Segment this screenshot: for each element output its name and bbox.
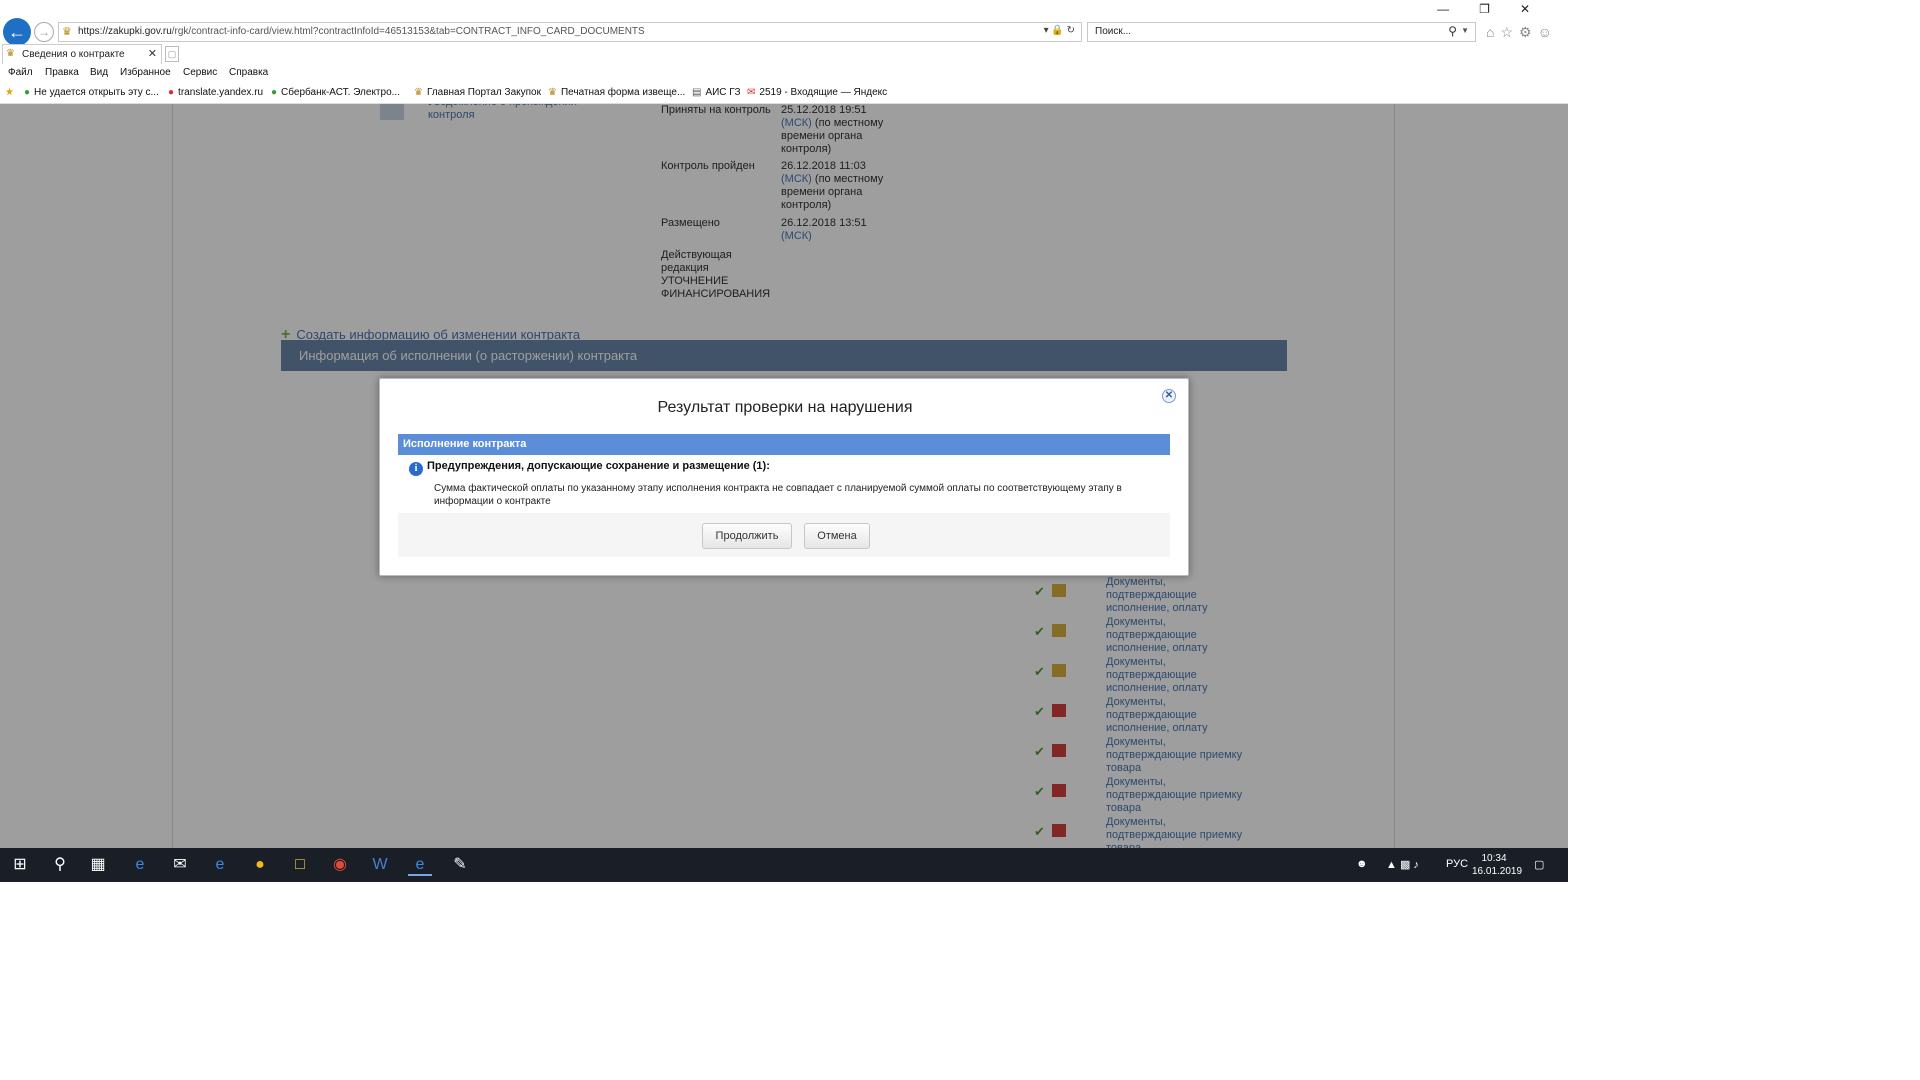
site-emblem-icon: ♛ bbox=[62, 26, 72, 38]
warning-heading-text: Предупреждения, допускающие сохранение и… bbox=[427, 460, 770, 472]
tab-row: ♛ Сведения о контракте ✕ ▢ bbox=[0, 44, 1568, 64]
add-favorite-icon[interactable]: ★ bbox=[5, 87, 18, 98]
paint-icon[interactable]: ✎ bbox=[448, 854, 472, 876]
url-text[interactable]: https://zakupki.gov.ru/rgk/contract-info… bbox=[78, 26, 645, 37]
menu-view[interactable]: Вид bbox=[90, 67, 108, 78]
close-window-icon[interactable]: ✕ bbox=[1520, 2, 1560, 16]
favorites-star-icon[interactable]: ☆ bbox=[1500, 24, 1519, 40]
lock-refresh-icons[interactable]: ▾ 🔒 ↻ bbox=[1044, 25, 1075, 36]
taskbar: ⊞ ⚲ ▦ e ✉ e ● □ ◉ W e ✎ ☻ ▲ ▩ ♪ РУС 10:3… bbox=[0, 848, 1568, 882]
continue-button[interactable]: Продолжить bbox=[702, 523, 792, 549]
minimize-icon[interactable]: — bbox=[1437, 2, 1479, 16]
tab-contract-info[interactable]: ♛ Сведения о контракте ✕ bbox=[2, 44, 162, 64]
menu-tools[interactable]: Сервис bbox=[183, 67, 217, 78]
favorite-label: Печатная форма извеще... bbox=[560, 87, 686, 98]
tray-icons[interactable]: ▲ ▩ ♪ bbox=[1386, 858, 1419, 871]
clock[interactable]: 10:34 16.01.2019 bbox=[1472, 852, 1522, 878]
address-bar-row: ← → ♛ https://zakupki.gov.ru/rgk/contrac… bbox=[0, 0, 1568, 46]
1c-icon[interactable]: ● bbox=[248, 854, 272, 876]
site-emblem-icon: ♛ bbox=[414, 87, 423, 98]
site-emblem-icon: ♛ bbox=[6, 48, 15, 59]
favorite-item[interactable]: ✉ 2519 - Входящие — Яндекс bbox=[747, 87, 887, 98]
ie-icon[interactable]: e bbox=[208, 854, 232, 876]
gear-icon[interactable]: ⚙ bbox=[1519, 24, 1538, 40]
task-view-icon[interactable]: ▦ bbox=[86, 854, 110, 876]
info-icon: i bbox=[409, 462, 423, 476]
new-tab-icon[interactable]: ▢ bbox=[165, 46, 179, 62]
window-controls[interactable]: —❐✕ bbox=[1437, 2, 1560, 16]
dialog-section-bar: Исполнение контракта bbox=[398, 434, 1170, 455]
smiley-icon[interactable]: ☺ bbox=[1538, 24, 1558, 40]
menu-file[interactable]: Файл bbox=[8, 67, 33, 78]
chrome-icon[interactable]: ◉ bbox=[328, 854, 352, 876]
favorite-label: Не удается открыть эту с... bbox=[34, 87, 159, 98]
clock-date: 16.01.2019 bbox=[1472, 866, 1523, 877]
back-icon[interactable]: ← bbox=[3, 18, 31, 46]
search-icon[interactable]: ⚲ bbox=[48, 854, 72, 876]
cancel-button[interactable]: Отмена bbox=[804, 523, 870, 549]
warning-heading: i Предупреждения, допускающие сохранение … bbox=[409, 460, 770, 476]
warning-detail: Сумма фактической оплаты по указанному э… bbox=[434, 483, 1122, 507]
favorite-item[interactable]: ● translate.yandex.ru bbox=[168, 87, 263, 98]
favorites-bar: ★ ● Не удается открыть эту с... ● translat… bbox=[0, 83, 1568, 104]
word-icon[interactable]: W bbox=[368, 854, 392, 876]
dialog-button-area: Продолжить Отмена bbox=[398, 513, 1170, 557]
search-box[interactable]: Поиск... ⚲ ▼ bbox=[1087, 22, 1476, 42]
favorite-item[interactable]: ♛ Печатная форма извеще... bbox=[548, 87, 685, 98]
dialog-title: Результат проверки на нарушения bbox=[657, 399, 913, 416]
violations-dialog: Результат проверки на нарушения ✕ Исполн… bbox=[379, 378, 1189, 576]
favorite-item[interactable]: ● Не удается открыть эту с... bbox=[24, 87, 159, 98]
ie-active-icon[interactable]: e bbox=[408, 854, 432, 876]
language-indicator[interactable]: РУС bbox=[1446, 858, 1468, 870]
address-bar[interactable]: ♛ https://zakupki.gov.ru/rgk/contract-in… bbox=[58, 22, 1082, 42]
favorite-label: Главная Портал Закупок bbox=[426, 87, 541, 98]
url-host: https://zakupki.gov.ru bbox=[78, 26, 172, 37]
mail-icon[interactable]: ✉ bbox=[168, 854, 192, 876]
close-icon[interactable]: ✕ bbox=[1162, 389, 1176, 403]
menu-favorites[interactable]: Избранное bbox=[120, 67, 171, 78]
favorite-label: 2519 - Входящие — Яндекс bbox=[759, 87, 888, 98]
page-icon: ▤ bbox=[692, 87, 702, 98]
favorite-label: translate.yandex.ru bbox=[178, 87, 264, 98]
menu-edit[interactable]: Правка bbox=[45, 67, 79, 78]
favorite-item[interactable]: ● Сбербанк-АСТ. Электро... bbox=[271, 87, 400, 98]
restore-icon[interactable]: ❐ bbox=[1479, 2, 1520, 16]
favorite-label: АИС ГЗ bbox=[705, 87, 741, 98]
favorite-label: Сбербанк-АСТ. Электро... bbox=[281, 87, 400, 98]
menu-bar: Файл Правка Вид Избранное Сервис Справка bbox=[0, 64, 1568, 83]
site-emblem-icon: ♛ bbox=[548, 87, 557, 98]
sber-icon: ● bbox=[271, 87, 278, 98]
start-icon[interactable]: ⊞ bbox=[8, 854, 32, 876]
people-icon[interactable]: ☻ bbox=[1356, 858, 1368, 870]
search-dropdown-icon[interactable]: ▼ bbox=[1461, 26, 1469, 35]
favorite-item[interactable]: ▤ АИС ГЗ bbox=[692, 87, 741, 98]
menu-help[interactable]: Справка bbox=[229, 67, 268, 78]
folder-icon[interactable]: □ bbox=[288, 854, 312, 876]
url-path: /rgk/contract-info-card/view.html?contra… bbox=[171, 26, 645, 37]
forward-icon[interactable]: → bbox=[34, 22, 54, 42]
yandex-icon: ● bbox=[168, 87, 175, 98]
favorite-item[interactable]: ♛ Главная Портал Закупок bbox=[414, 87, 541, 98]
tab-title: Сведения о контракте bbox=[22, 49, 125, 60]
notification-icon[interactable]: ▢ bbox=[1534, 858, 1544, 871]
mail-icon: ✉ bbox=[747, 87, 756, 98]
sber-icon: ● bbox=[24, 87, 31, 98]
clock-time: 10:34 bbox=[1481, 853, 1507, 864]
search-icon[interactable]: ⚲ bbox=[1448, 24, 1457, 38]
home-icon[interactable]: ⌂ bbox=[1486, 24, 1500, 40]
toolbar-icons[interactable]: ⌂☆⚙☺ bbox=[1486, 24, 1558, 41]
edge-icon[interactable]: e bbox=[128, 854, 152, 876]
close-tab-icon[interactable]: ✕ bbox=[148, 47, 157, 60]
search-placeholder: Поиск... bbox=[1095, 26, 1132, 37]
